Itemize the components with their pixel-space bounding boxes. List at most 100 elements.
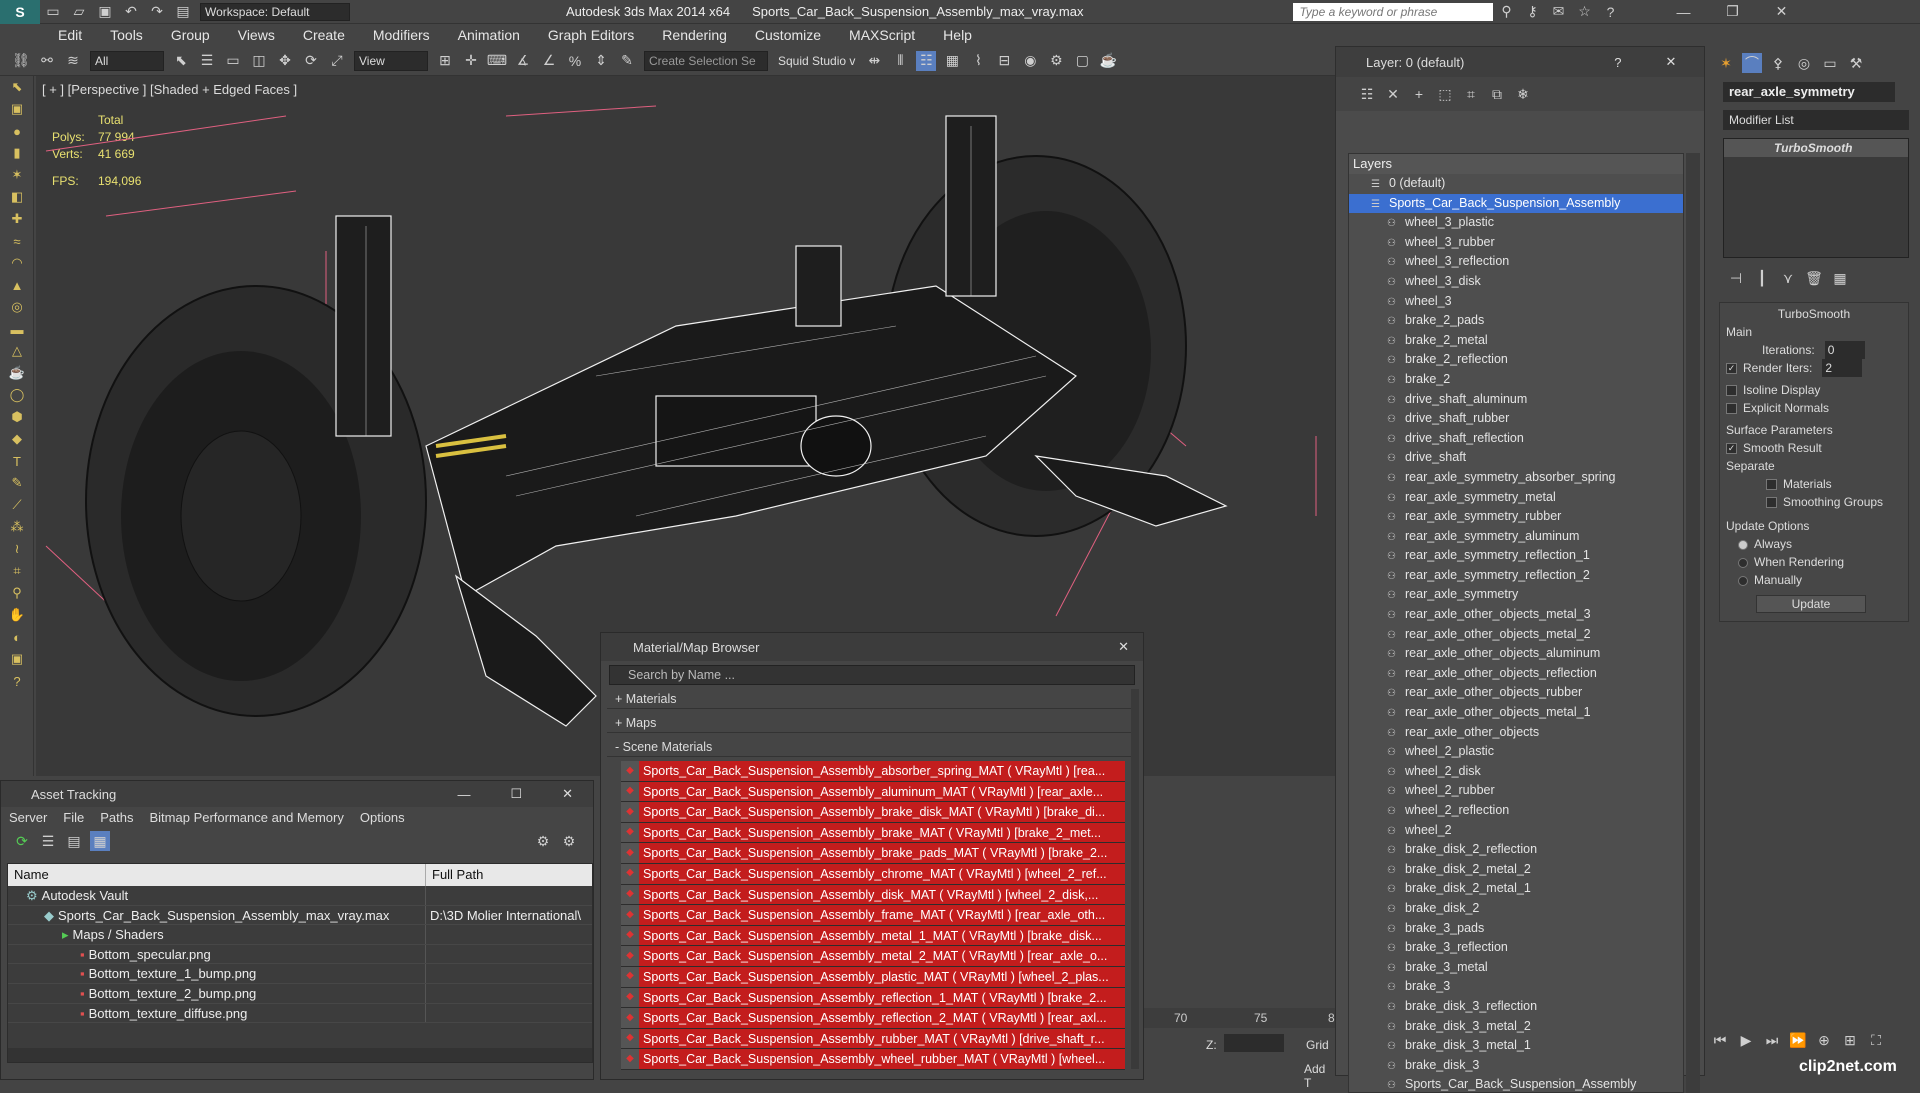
tool-geosphere-icon[interactable]: ⬢	[0, 406, 34, 428]
select-objects-icon[interactable]: ⬚	[1435, 84, 1455, 104]
asset-row[interactable]: ▪ Bottom_texture_2_bump.png	[8, 983, 592, 1004]
tool-camera-icon[interactable]: ◧	[0, 186, 34, 208]
layer-object-item[interactable]: ⚇ brake_3	[1349, 977, 1683, 997]
keyboard-shortcut-icon[interactable]: ⌨	[487, 51, 507, 71]
layer-object-item[interactable]: ⚇ rear_axle_other_objects_aluminum	[1349, 644, 1683, 664]
mirror-icon[interactable]: ⇹	[864, 51, 884, 71]
layer-object-item[interactable]: ⚇ brake_disk_2_metal_2	[1349, 860, 1683, 880]
layer-object-item[interactable]: ⚇ brake_2_pads	[1349, 311, 1683, 331]
menu-edit[interactable]: Edit	[58, 27, 82, 43]
scene-material-row[interactable]: ◆ Sports_Car_Back_Suspension_Assembly_bra…	[621, 843, 1125, 864]
tool-box-icon[interactable]: ▣	[0, 98, 34, 120]
maximize-viewport-icon[interactable]: ⛶	[1866, 1030, 1886, 1050]
tool-plane-icon[interactable]: ▬	[0, 318, 34, 340]
freeze-all-icon[interactable]: ❄	[1513, 84, 1533, 104]
menu-tools[interactable]: Tools	[110, 27, 143, 43]
highlight-layer-icon[interactable]: ⌗	[1461, 84, 1481, 104]
layer-object-item[interactable]: ⚇ rear_axle_symmetry_metal	[1349, 488, 1683, 508]
layer-object-item[interactable]: ⚇ rear_axle_symmetry_reflection_2	[1349, 566, 1683, 586]
layer-object-item[interactable]: ⚇ rear_axle_symmetry_rubber	[1349, 507, 1683, 527]
angle-snap-icon[interactable]: ∠	[539, 51, 559, 71]
list-view-icon[interactable]: ☰	[38, 831, 58, 851]
configure-sets-icon[interactable]: ▦	[1830, 268, 1850, 288]
scene-material-row[interactable]: ◆ Sports_Car_Back_Suspension_Assembly_met…	[621, 946, 1125, 967]
layer-object-item[interactable]: ⚇ brake_disk_2	[1349, 899, 1683, 919]
asset-hscrollbar[interactable]	[8, 1048, 592, 1062]
asset-minimize-icon[interactable]: —	[457, 787, 470, 802]
layer-object-item[interactable]: ⚇ wheel_2_rubber	[1349, 781, 1683, 801]
pivot-icon[interactable]: ⊞	[435, 51, 455, 71]
star-icon[interactable]: ☆	[1574, 2, 1594, 22]
scene-material-row[interactable]: ◆ Sports_Car_Back_Suspension_Assembly_pla…	[621, 966, 1125, 988]
layer-object-item[interactable]: ⚇ brake_3_pads	[1349, 919, 1683, 939]
tool-select-icon[interactable]: ⬉	[0, 76, 34, 98]
tool-particles-icon[interactable]: ⁂	[0, 516, 34, 538]
tool-text-icon[interactable]: T	[0, 450, 34, 472]
edit-named-selection-icon[interactable]: ✎	[617, 51, 637, 71]
z-field[interactable]	[1224, 1034, 1284, 1052]
hide-all-icon[interactable]: ⧉	[1487, 84, 1507, 104]
layer-object-item[interactable]: ⚇ wheel_3	[1349, 292, 1683, 312]
select-manipulate-icon[interactable]: ✛	[461, 51, 481, 71]
next-frame-icon[interactable]: ⏭	[1762, 1030, 1782, 1050]
asset-row[interactable]: ⚙ Autodesk Vault	[8, 886, 592, 906]
scale-icon[interactable]: ⤢	[327, 51, 347, 71]
layer-object-item[interactable]: ⚇ Sports_Car_Back_Suspension_Assembly	[1349, 1075, 1683, 1092]
layer-object-item[interactable]: ⚇ brake_2	[1349, 370, 1683, 390]
vault-options-icon[interactable]: ⚙	[559, 831, 579, 851]
menu-modifiers[interactable]: Modifiers	[373, 27, 430, 43]
tool-bones-icon[interactable]: ⟋	[0, 494, 34, 516]
key-icon[interactable]: ⚷	[1522, 2, 1542, 22]
menu-views[interactable]: Views	[238, 27, 275, 43]
material-browser-scrollbar[interactable]	[1131, 689, 1139, 1069]
communication-icon[interactable]: ✉	[1548, 2, 1568, 22]
layer-object-item[interactable]: ⚇ wheel_2_reflection	[1349, 801, 1683, 821]
tool-pyramid-icon[interactable]: △	[0, 340, 34, 362]
open-file-icon[interactable]: ▱	[69, 2, 89, 22]
layer-object-item[interactable]: ⚇ drive_shaft_reflection	[1349, 429, 1683, 449]
timeline-strip[interactable]: 70 75 8	[1144, 1008, 1335, 1028]
modify-tab-icon[interactable]: ⌒	[1742, 53, 1762, 73]
select-icon[interactable]: ⬉	[171, 51, 191, 71]
iterations-spinner[interactable]: 0	[1824, 341, 1865, 359]
smoothing-groups-checkbox[interactable]	[1766, 497, 1777, 509]
menu-customize[interactable]: Customize	[755, 27, 821, 43]
unlink-icon[interactable]: ⚯	[37, 51, 57, 71]
tool-cloth-icon[interactable]: ⌗	[0, 560, 34, 582]
scene-material-row[interactable]: ◆ Sports_Car_Back_Suspension_Assembly_abs…	[621, 761, 1125, 782]
zoom-extents-icon[interactable]: ⊕	[1814, 1030, 1834, 1050]
layer-object-item[interactable]: ⚇ brake_disk_3_metal_1	[1349, 1036, 1683, 1056]
goto-end-icon[interactable]: ⏩	[1788, 1030, 1808, 1050]
scene-material-row[interactable]: ◆ Sports_Car_Back_Suspension_Assembly_met…	[621, 925, 1125, 947]
menu-group[interactable]: Group	[171, 27, 210, 43]
layer-object-item[interactable]: ⚇ rear_axle_other_objects_metal_3	[1349, 605, 1683, 625]
menu-create[interactable]: Create	[303, 27, 345, 43]
project-folder-icon[interactable]: ▤	[173, 2, 193, 22]
layer-object-item[interactable]: ⚇ rear_axle_symmetry	[1349, 585, 1683, 605]
menu-help[interactable]: Help	[943, 27, 972, 43]
layer-object-item[interactable]: ⚇ brake_disk_3	[1349, 1056, 1683, 1076]
reference-coord-dropdown[interactable]: View	[354, 50, 428, 71]
display-tab-icon[interactable]: ▭	[1820, 53, 1840, 73]
asset-menu-server[interactable]: Server	[9, 810, 47, 825]
rotate-icon[interactable]: ⟳	[301, 51, 321, 71]
menu-maxscript[interactable]: MAXScript	[849, 27, 915, 43]
layer-object-item[interactable]: ⚇ brake_2_metal	[1349, 331, 1683, 351]
tool-hedra-icon[interactable]: ◆	[0, 428, 34, 450]
layer-object-item[interactable]: ⚇ drive_shaft	[1349, 448, 1683, 468]
tool-paint-icon[interactable]: ✎	[0, 472, 34, 494]
layer-object-item[interactable]: ⚇ rear_axle_symmetry_aluminum	[1349, 527, 1683, 547]
tool-helper-icon[interactable]: ✚	[0, 208, 34, 230]
layer-object-item[interactable]: ⚇ brake_3_reflection	[1349, 938, 1683, 958]
move-icon[interactable]: ✥	[275, 51, 295, 71]
layer-default[interactable]: ☰ 0 (default)	[1349, 174, 1683, 194]
schematic-view-icon[interactable]: ⊟	[994, 51, 1014, 71]
materials-section[interactable]: + Materials	[607, 689, 1131, 709]
render-setup-icon[interactable]: ⚙	[1046, 51, 1066, 71]
layer-object-item[interactable]: ⚇ rear_axle_other_objects_reflection	[1349, 664, 1683, 684]
make-unique-icon[interactable]: ⋎	[1778, 268, 1798, 288]
save-icon[interactable]: ▣	[95, 2, 115, 22]
layer-help-icon[interactable]: ?	[1614, 55, 1621, 70]
update-button[interactable]: Update	[1756, 595, 1866, 613]
layer-close-icon[interactable]: ✕	[1666, 54, 1677, 70]
